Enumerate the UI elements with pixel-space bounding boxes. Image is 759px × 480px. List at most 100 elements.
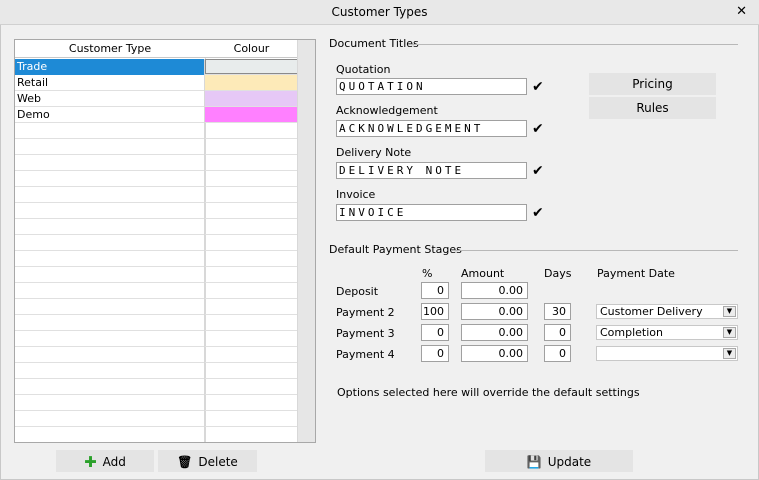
table-row[interactable] [15,187,298,203]
table-row[interactable] [15,283,298,299]
grid-scrollbar[interactable] [297,40,315,442]
deposit-amount-field[interactable]: 0.00 [461,282,528,299]
colour-cell[interactable] [205,251,298,266]
table-row[interactable] [15,299,298,315]
table-row[interactable] [15,427,298,442]
customer-type-cell[interactable]: Web [15,91,205,107]
table-row[interactable] [15,395,298,411]
colour-cell[interactable] [205,219,298,234]
colour-cell[interactable] [205,171,298,186]
table-row[interactable]: Demo [15,107,298,123]
colour-cell[interactable] [205,59,298,74]
colour-cell[interactable] [205,427,298,442]
table-row[interactable] [15,347,298,363]
colour-cell[interactable] [205,395,298,410]
table-row[interactable] [15,171,298,187]
payment-3-percent-field[interactable]: 0 [421,324,449,341]
colour-cell[interactable] [205,363,298,378]
rules-button[interactable]: Rules [589,97,716,119]
delete-button[interactable]: 🗑 Delete [158,450,257,472]
payment-2-amount-field[interactable]: 0.00 [461,303,528,320]
table-row[interactable] [15,331,298,347]
customer-type-cell[interactable] [15,123,205,139]
customer-type-cell[interactable]: Trade [15,59,205,75]
close-icon[interactable]: ✕ [736,4,747,19]
payment-2-days-field[interactable]: 30 [544,303,571,320]
customer-type-cell[interactable] [15,171,205,187]
colour-cell[interactable] [205,75,298,90]
colour-cell[interactable] [205,139,298,154]
table-row[interactable] [15,155,298,171]
table-row[interactable] [15,235,298,251]
table-row[interactable] [15,315,298,331]
header-customer-type[interactable]: Customer Type [15,42,205,55]
customer-type-cell[interactable] [15,203,205,219]
colour-cell[interactable] [205,203,298,218]
customer-types-grid[interactable]: Customer Type Colour Trade Retail Web Demo [14,39,316,443]
table-row[interactable] [15,203,298,219]
table-row[interactable] [15,219,298,235]
table-row[interactable] [15,251,298,267]
colour-cell[interactable] [205,299,298,314]
invoice-field[interactable]: INVOICE [336,204,527,221]
customer-type-cell[interactable] [15,267,205,283]
colour-cell[interactable] [205,91,298,106]
customer-type-cell[interactable] [15,219,205,235]
customer-type-cell[interactable] [15,235,205,251]
payment-2-percent-field[interactable]: 100 [421,303,449,320]
colour-cell[interactable] [205,267,298,282]
add-button[interactable]: ✚ Add [56,450,154,472]
payment-3-days-field[interactable]: 0 [544,324,571,341]
quotation-field[interactable]: QUOTATION [336,78,527,95]
customer-type-cell[interactable] [15,299,205,315]
customer-type-cell[interactable]: Retail [15,75,205,91]
table-row[interactable] [15,411,298,427]
payment-2-date-select[interactable]: Customer Delivery ▼ [596,304,738,319]
colour-cell[interactable] [205,411,298,426]
table-row[interactable] [15,139,298,155]
colour-cell[interactable] [205,107,298,122]
customer-type-cell[interactable] [15,187,205,203]
colour-cell[interactable] [205,187,298,202]
header-colour[interactable]: Colour [205,42,298,55]
colour-cell[interactable] [205,379,298,394]
colour-cell[interactable] [205,123,298,138]
colour-cell[interactable] [205,315,298,330]
table-row[interactable]: Trade [15,59,298,75]
customer-type-cell[interactable] [15,427,205,442]
customer-type-cell[interactable] [15,363,205,379]
colour-cell[interactable] [205,347,298,362]
customer-type-cell[interactable]: Demo [15,107,205,123]
payment-3-amount-field[interactable]: 0.00 [461,324,528,341]
colour-cell[interactable] [205,235,298,250]
chevron-down-icon[interactable]: ▼ [723,306,736,317]
customer-type-cell[interactable] [15,379,205,395]
table-row[interactable] [15,379,298,395]
payment-4-percent-field[interactable]: 0 [421,345,449,362]
table-row[interactable] [15,123,298,139]
colour-cell[interactable] [205,283,298,298]
customer-type-cell[interactable] [15,251,205,267]
table-row[interactable] [15,267,298,283]
chevron-down-icon[interactable]: ▼ [723,327,736,338]
customer-type-cell[interactable] [15,347,205,363]
chevron-down-icon[interactable]: ▼ [723,348,736,359]
table-row[interactable]: Retail [15,75,298,91]
colour-cell[interactable] [205,331,298,346]
payment-4-amount-field[interactable]: 0.00 [461,345,528,362]
payment-4-days-field[interactable]: 0 [544,345,571,362]
customer-type-cell[interactable] [15,395,205,411]
customer-type-cell[interactable] [15,139,205,155]
table-row[interactable]: Web [15,91,298,107]
payment-4-date-select[interactable]: ▼ [596,346,738,361]
colour-cell[interactable] [205,155,298,170]
update-button[interactable]: 💾 Update [485,450,633,472]
customer-type-cell[interactable] [15,155,205,171]
customer-type-cell[interactable] [15,283,205,299]
acknowledgement-field[interactable]: ACKNOWLEDGEMENT [336,120,527,137]
customer-type-cell[interactable] [15,331,205,347]
customer-type-cell[interactable] [15,315,205,331]
customer-type-cell[interactable] [15,411,205,427]
deposit-percent-field[interactable]: 0 [421,282,449,299]
pricing-button[interactable]: Pricing [589,73,716,95]
